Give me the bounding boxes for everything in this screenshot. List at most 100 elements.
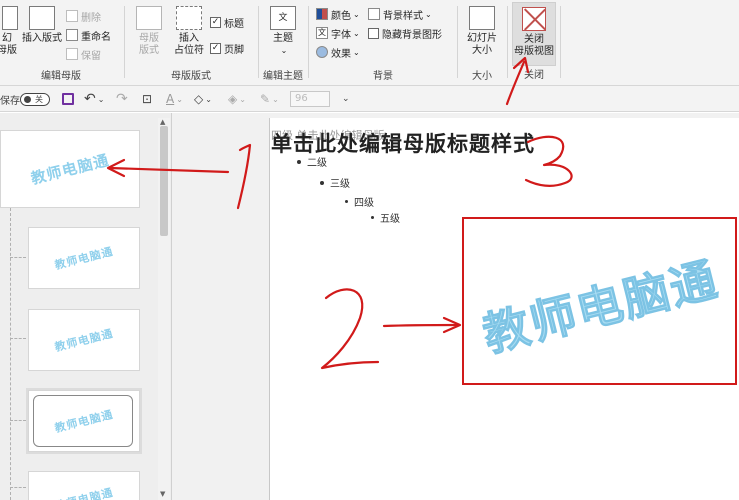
- tree-connector: [10, 257, 26, 258]
- fonts-label: 字体: [331, 29, 351, 41]
- slide-master-icon: [2, 6, 18, 30]
- redo-button[interactable]: ↷: [116, 91, 128, 107]
- insert-slide-master-button[interactable]: 幻 母版: [0, 6, 20, 57]
- footer-checkbox-label: 页脚: [224, 44, 244, 56]
- preserve-button[interactable]: 保留: [66, 46, 101, 62]
- scroll-thumb[interactable]: [160, 126, 168, 236]
- footer-checkbox[interactable]: ✓ 页脚: [210, 40, 244, 56]
- close-master-view-button[interactable]: 关闭 母版视图: [512, 2, 556, 66]
- bullet-icon: [297, 159, 301, 164]
- group-label-size: 大小: [472, 71, 492, 82]
- tree-connector: [10, 487, 26, 488]
- fill-color-button[interactable]: ◈ ⌄: [228, 91, 246, 107]
- bullet-level-4[interactable]: 四级: [345, 194, 374, 209]
- autosave-state: 关: [35, 94, 43, 104]
- group-label-master-layout: 母版版式: [171, 71, 211, 82]
- bullet-text: 五级: [380, 214, 400, 225]
- group-edit-theme: 文 主题 ⌄ 编辑主题: [260, 0, 306, 86]
- font-color-button[interactable]: A ⌄: [166, 91, 183, 107]
- master-layout-label-2: 版式: [139, 45, 159, 56]
- preserve-label: 保留: [81, 50, 101, 62]
- bullet-text: 四级: [354, 198, 374, 209]
- hide-background-graphics-checkbox[interactable]: 隐藏背景图形: [368, 25, 442, 41]
- autosave-toggle[interactable]: 关: [20, 91, 50, 107]
- layout-thumbnail[interactable]: 教师电脑通: [28, 471, 140, 500]
- bullet-icon: [371, 216, 374, 219]
- background-styles-icon: [368, 8, 380, 20]
- insert-layout-button[interactable]: 插入版式: [20, 6, 64, 45]
- ribbon-separator: [258, 6, 259, 78]
- rename-icon: [66, 29, 78, 41]
- chevron-down-icon: ⌄: [239, 94, 246, 104]
- group-label-background: 背景: [373, 71, 393, 82]
- present-button[interactable]: ⊡: [142, 91, 152, 107]
- save-icon: [62, 93, 74, 105]
- layout-thumbnail[interactable]: 教师电脑通: [28, 390, 140, 452]
- insert-layout-label: 插入版式: [22, 33, 62, 44]
- title-checkbox[interactable]: ✓ 标题: [210, 14, 244, 30]
- presentation-icon: ⊡: [142, 92, 153, 106]
- title-checkbox-label: 标题: [224, 18, 244, 30]
- themes-label: 主题: [273, 33, 293, 44]
- chevron-down-icon: ⌄: [176, 94, 183, 104]
- insert-placeholder-label-1: 插入: [179, 33, 199, 44]
- master-layout-icon: [136, 6, 162, 30]
- footer-check-icon: ✓: [210, 42, 221, 54]
- insert-slide-master-label-1: 幻: [2, 33, 12, 44]
- shapes-icon: ◇: [194, 92, 204, 106]
- save-button[interactable]: [62, 91, 74, 107]
- bullet-level-2[interactable]: 二级: [297, 154, 327, 169]
- thumbnail-watermark: 教师电脑通: [53, 326, 115, 355]
- undo-button[interactable]: ↶ ⌄: [84, 91, 104, 107]
- insert-slide-master-label-2: 母版: [0, 45, 17, 56]
- layout-thumbnail[interactable]: 教师电脑通: [28, 309, 140, 371]
- chevron-down-icon: ⌄: [272, 94, 279, 104]
- bullet-level-5[interactable]: 五级: [371, 210, 400, 225]
- chevron-down-icon: ⌄: [353, 28, 360, 38]
- watermark-picture[interactable]: 教师电脑通: [462, 217, 737, 385]
- slide-size-label-1: 幻灯片: [467, 33, 497, 44]
- outline-color-button[interactable]: ✎ ⌄: [260, 91, 279, 107]
- thumbnail-scrollbar[interactable]: ▲ ▼: [158, 118, 170, 500]
- rename-label: 重命名: [81, 31, 111, 43]
- scroll-up-icon[interactable]: ▲: [160, 118, 165, 126]
- master-layout-button[interactable]: 母版 版式: [134, 6, 164, 57]
- insert-placeholder-button[interactable]: 插入 占位符: [170, 6, 208, 57]
- fonts-button[interactable]: 文 字体 ⌄: [316, 25, 360, 41]
- close-master-view-label-1: 关闭: [524, 34, 544, 45]
- shape-button[interactable]: ◇ ⌄: [194, 91, 212, 107]
- preserve-icon: [66, 48, 78, 60]
- scroll-down-icon[interactable]: ▼: [160, 490, 165, 498]
- group-edit-master: 幻 母版 插入版式 删除 重命名 保留 编辑母版: [0, 0, 122, 86]
- chevron-down-icon: ⌄: [97, 94, 105, 104]
- group-size: 幻灯片 大小 大小: [459, 0, 505, 86]
- effects-button[interactable]: 效果 ⌄: [316, 44, 360, 60]
- autosave-label-wrap: 保存: [0, 91, 20, 107]
- close-master-view-label-2: 母版视图: [514, 46, 554, 57]
- master-layout-label-1: 母版: [139, 33, 159, 44]
- chevron-down-icon: ⌄: [353, 47, 360, 57]
- toggle-switch-icon: 关: [20, 92, 50, 106]
- ribbon-separator: [124, 6, 125, 78]
- bullet-icon: [320, 180, 324, 185]
- themes-button[interactable]: 文 主题 ⌄: [268, 6, 298, 57]
- thumbnail-watermark: 教师电脑通: [53, 485, 115, 500]
- delete-button[interactable]: 删除: [66, 8, 101, 24]
- rename-button[interactable]: 重命名: [66, 27, 111, 43]
- themes-icon: 文: [270, 6, 296, 30]
- colors-button[interactable]: 颜色 ⌄: [316, 6, 360, 22]
- layout-thumbnail[interactable]: 教师电脑通: [28, 227, 140, 289]
- group-label-close: 关闭: [524, 70, 544, 81]
- background-styles-button[interactable]: 背景样式 ⌄: [368, 6, 432, 22]
- bullet-level-3[interactable]: 三级: [320, 175, 350, 190]
- slide-master-thumbnail[interactable]: 教师电脑通: [0, 130, 140, 208]
- group-label-edit-theme: 编辑主题: [263, 71, 303, 82]
- group-master-layout: 母版 版式 插入 占位符 ✓ 标题 ✓ 页脚 母版版式: [126, 0, 256, 86]
- close-icon: [522, 7, 546, 31]
- slide-size-icon: [469, 6, 495, 30]
- zoom-select[interactable]: 96: [290, 91, 330, 107]
- customize-toolbar-button[interactable]: ⌄: [342, 91, 350, 107]
- insert-placeholder-label-2: 占位符: [174, 45, 204, 56]
- slide-size-button[interactable]: 幻灯片 大小: [463, 6, 501, 57]
- ribbon-separator: [308, 6, 309, 78]
